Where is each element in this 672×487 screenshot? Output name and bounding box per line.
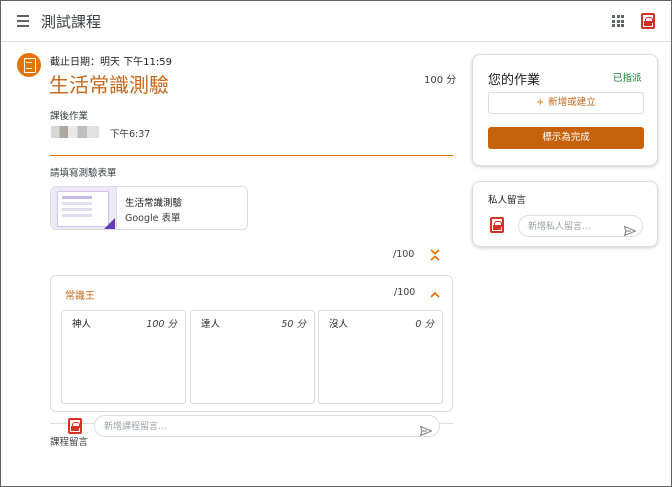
level-points: 50 分 (281, 319, 306, 330)
send-icon[interactable] (419, 421, 433, 437)
assignment-icon (17, 53, 41, 77)
google-forms-thumbnail (51, 187, 117, 229)
rubric-level-2[interactable]: 達人 50 分 (190, 310, 315, 404)
user-avatar-icon (490, 217, 504, 233)
assigned-status: 已指派 (613, 73, 642, 84)
your-work-card: 您的作業 已指派 + 新增或建立 標示為完成 (472, 54, 658, 166)
level-name: 達人 (201, 319, 221, 330)
hamburger-menu-icon[interactable] (17, 15, 29, 27)
level-points: 100 分 (146, 319, 177, 330)
rubric-criterion: 常識王 (65, 291, 95, 302)
class-comment-input[interactable] (104, 419, 404, 434)
rubric-card: 常識王 /100 神人 100 分 達人 50 分 沒人 0 分 (50, 275, 453, 412)
add-or-create-label: 新增或建立 (548, 97, 596, 108)
attachment-title: 生活常識測驗 (125, 198, 183, 209)
total-score: /100 (393, 249, 415, 260)
add-or-create-button[interactable]: + 新增或建立 (488, 92, 644, 114)
header-divider (50, 155, 453, 156)
level-name: 沒人 (329, 319, 349, 330)
private-comments-label: 私人留言 (488, 195, 527, 206)
apps-grid-icon[interactable] (612, 15, 624, 27)
rubric-level-3[interactable]: 沒人 0 分 (318, 310, 443, 404)
private-comment-input[interactable] (528, 219, 618, 234)
account-avatar-icon[interactable] (641, 13, 655, 29)
level-points: 0 分 (415, 319, 434, 330)
top-app-bar: 測試課程 (1, 1, 671, 42)
your-work-title: 您的作業 (488, 73, 541, 88)
assignment-points: 100 分 (424, 75, 457, 86)
user-avatar-icon (68, 418, 82, 434)
posted-time: 下午6:37 (110, 129, 151, 140)
instructions-text: 請填寫測驗表單 (50, 168, 117, 179)
course-title[interactable]: 測試課程 (41, 11, 101, 32)
due-date: 截止日期：明天 下午11:59 (50, 57, 172, 68)
assignment-type-label: 課後作業 (50, 111, 89, 122)
rubric-level-1[interactable]: 神人 100 分 (61, 310, 186, 404)
class-comments-label: 課程留言 (50, 437, 89, 448)
classroom-window: 測試課程 截止日期：明天 下午11:59 生活常識測驗 100 分 課後作業 下… (0, 0, 672, 487)
private-comments-card: 私人留言 (472, 181, 658, 247)
plus-icon: + (536, 97, 545, 108)
class-comment-field[interactable] (94, 415, 440, 437)
send-icon[interactable] (623, 221, 637, 237)
unfold-more-icon[interactable] (429, 248, 441, 262)
rubric-score: /100 (394, 287, 416, 298)
forms-attachment-card[interactable]: 生活常識測驗 Google 表單 (50, 186, 248, 230)
mark-as-done-button[interactable]: 標示為完成 (488, 127, 644, 149)
chevron-up-icon[interactable] (429, 286, 441, 298)
assignment-title: 生活常識測驗 (49, 73, 169, 97)
level-name: 神人 (72, 319, 92, 330)
attachment-type: Google 表單 (125, 213, 181, 224)
author-name-blurred (51, 126, 99, 138)
private-comment-field[interactable] (518, 215, 643, 237)
